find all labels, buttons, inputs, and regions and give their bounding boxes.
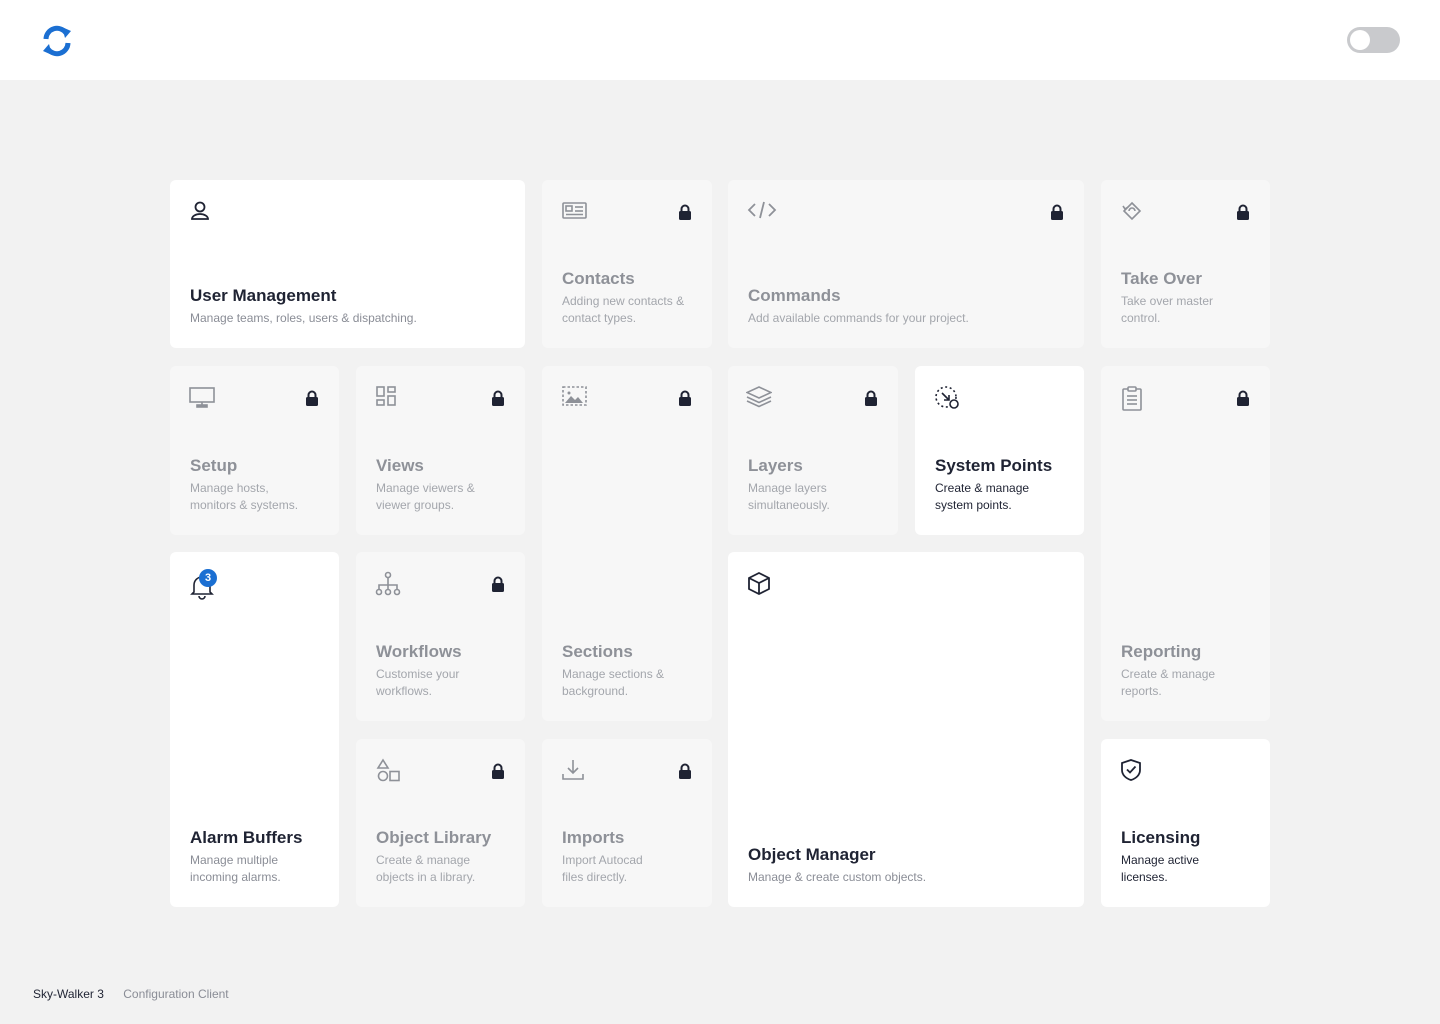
tile-description: Manage hosts, monitors & systems. (190, 481, 299, 512)
lock-icon (1236, 204, 1250, 221)
tile-description: Customise your workflows. (376, 667, 460, 698)
tile-imports[interactable]: Imports Import Autocad files directly. (542, 739, 712, 907)
tile-description: Create & manage system points. (935, 481, 1030, 512)
tile-title: Imports (562, 828, 625, 847)
refresh-logo-icon[interactable] (38, 22, 76, 60)
tile-title: Views (376, 456, 424, 475)
lock-icon (491, 390, 505, 407)
tile-reporting[interactable]: Reporting Create & manage reports. (1101, 366, 1270, 721)
tile-title: User Management (190, 286, 337, 305)
top-bar (0, 0, 1440, 80)
tile-user-management[interactable]: User Management Manage teams, roles, use… (170, 180, 525, 348)
app-name: Sky-Walker 3 (33, 987, 104, 1001)
tile-title: Reporting (1121, 642, 1202, 661)
tile-setup[interactable]: Setup Manage hosts, monitors & systems. (170, 366, 339, 535)
tile-title: Contacts (562, 269, 635, 288)
document-icon (1119, 384, 1145, 411)
tile-workflows[interactable]: Workflows Customise your workflows. (356, 552, 525, 721)
tile-description: Take over master control. (1121, 294, 1214, 325)
lock-icon (678, 390, 692, 407)
grid-icon (374, 384, 400, 410)
tile-description: Create & manage reports. (1121, 667, 1216, 698)
mode-toggle[interactable] (1347, 27, 1400, 53)
tile-contacts[interactable]: Contacts Adding new contacts & contact t… (542, 180, 712, 348)
shield-check-icon (1119, 757, 1145, 783)
monitor-icon (188, 384, 215, 410)
tile-description: Manage & create custom objects. (748, 870, 927, 884)
alarm-count-badge: 3 (199, 569, 217, 587)
tile-title: Object Library (376, 828, 492, 847)
tile-licensing[interactable]: Licensing Manage active licenses. (1101, 739, 1270, 907)
lock-icon (491, 763, 505, 780)
lock-icon (1236, 390, 1250, 407)
user-icon (188, 198, 214, 224)
cube-icon (746, 570, 772, 596)
tile-title: System Points (935, 456, 1053, 475)
lock-icon (305, 390, 319, 407)
tile-commands[interactable]: Commands Add available commands for your… (728, 180, 1084, 348)
tile-system-points[interactable]: System Points Create & manage system poi… (915, 366, 1084, 535)
tile-title: Take Over (1121, 269, 1202, 288)
tile-title: Object Manager (748, 845, 876, 864)
code-icon (746, 198, 777, 224)
lock-icon (864, 390, 878, 407)
tile-views[interactable]: Views Manage viewers & viewer groups. (356, 366, 525, 535)
tile-description: Import Autocad files directly. (562, 853, 643, 884)
download-icon (560, 757, 586, 783)
tile-layers[interactable]: Layers Manage layers simultaneously. (728, 366, 898, 535)
tile-description: Adding new contacts & contact types. (562, 294, 685, 325)
tile-title: Setup (190, 456, 238, 475)
layers-icon (746, 384, 772, 410)
tile-description: Manage multiple incoming alarms. (190, 853, 281, 884)
tile-take-over[interactable]: Take Over Take over master control. (1101, 180, 1270, 348)
tile-sections[interactable]: Sections Manage sections & background. (542, 366, 712, 721)
tile-description: Manage viewers & viewer groups. (376, 481, 475, 512)
system-point-icon (933, 384, 959, 410)
app-subtitle: Configuration Client (123, 987, 229, 1001)
lock-icon (678, 204, 692, 221)
tile-description: Manage active licenses. (1121, 853, 1200, 884)
tile-description: Create & manage objects in a library. (376, 853, 476, 884)
tile-description: Manage layers simultaneously. (748, 481, 830, 512)
tile-title: Alarm Buffers (190, 828, 303, 847)
tile-title: Sections (562, 642, 633, 661)
hierarchy-icon (374, 570, 401, 596)
tile-title: Licensing (1121, 828, 1201, 847)
lock-icon (491, 576, 505, 593)
tile-title: Workflows (376, 642, 462, 661)
rotate-diamond-icon (1119, 198, 1145, 224)
lock-icon (678, 763, 692, 780)
tile-object-manager[interactable]: Object Manager Manage & create custom ob… (728, 552, 1084, 907)
image-selection-icon (560, 384, 587, 410)
footer: Sky-Walker 3 Configuration Client (33, 986, 229, 1002)
tile-object-library[interactable]: Object Library Create & manage objects i… (356, 739, 525, 907)
lock-icon (1050, 204, 1064, 221)
tile-description: Manage teams, roles, users & dispatching… (190, 311, 417, 325)
tile-description: Add available commands for your project. (748, 311, 969, 325)
tile-description: Manage sections & background. (562, 667, 665, 698)
contact-card-icon (560, 198, 587, 224)
toggle-knob (1350, 30, 1370, 50)
shapes-icon (374, 757, 400, 783)
tile-title: Commands (748, 286, 841, 305)
tile-title: Layers (748, 456, 803, 475)
tile-alarm-buffers[interactable]: 3 Alarm Buffers Manage multiple incoming… (170, 552, 339, 907)
